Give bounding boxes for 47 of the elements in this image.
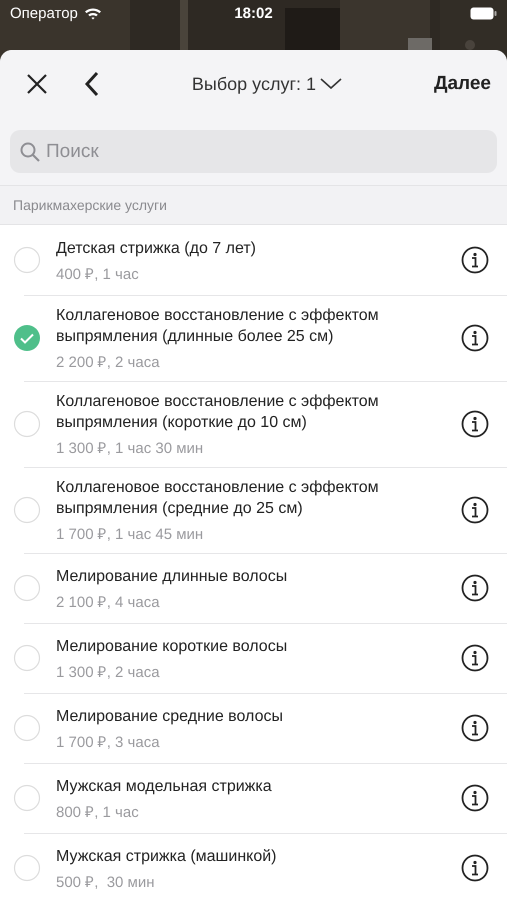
service-details: 500 ₽, 30 мин	[56, 872, 156, 890]
wifi-icon	[84, 6, 102, 20]
info-icon[interactable]	[461, 854, 489, 882]
service-name: Мелирование средние волосы	[56, 706, 284, 726]
section-title: Парикмахерские услуги	[13, 197, 167, 213]
info-icon[interactable]	[461, 644, 489, 672]
chevron-down-icon	[320, 78, 342, 90]
service-name: Коллагеновое восстановление с эффектом выпрямления (средние до 25 см)	[56, 478, 380, 519]
service-details: 1 300 ₽, 1 час 30 мин	[56, 439, 204, 457]
battery-icon	[470, 6, 497, 20]
search-field[interactable]: Поиск	[10, 130, 497, 173]
back-button[interactable]	[84, 71, 100, 97]
info-icon[interactable]	[461, 410, 489, 438]
service-name: Детская стрижка (до 7 лет)	[56, 238, 257, 258]
carrier-name: Оператор	[10, 4, 78, 22]
service-details: 1 300 ₽, 2 часа	[56, 662, 161, 680]
info-icon[interactable]	[461, 324, 489, 352]
info-icon[interactable]	[461, 496, 489, 524]
services-dropdown[interactable]: Выбор услуг: 1	[100, 74, 434, 94]
service-name: Мелирование длинные волосы	[56, 566, 288, 586]
radio-button[interactable]	[13, 714, 41, 742]
next-button[interactable]: Далее	[434, 73, 491, 95]
radio-button[interactable]	[13, 410, 41, 438]
info-icon[interactable]	[461, 246, 489, 274]
service-name: Мужская стрижка (машинкой)	[56, 846, 278, 866]
service-details: 800 ₽, 1 час	[56, 802, 140, 820]
service-name: Мелирование короткие волосы	[56, 636, 288, 656]
service-details: 2 200 ₽, 2 часа	[56, 353, 161, 371]
service-details: 1 700 ₽, 3 часа	[56, 732, 161, 750]
checked-radio[interactable]	[13, 324, 41, 352]
clock-time: 18:02	[234, 4, 273, 22]
service-name: Коллагеновое восстановление с эффектом выпрямления (длинные более 25 см)	[56, 306, 380, 347]
info-icon[interactable]	[461, 714, 489, 742]
radio-button[interactable]	[13, 644, 41, 672]
radio-button[interactable]	[13, 496, 41, 524]
radio-button[interactable]	[13, 246, 41, 274]
info-icon[interactable]	[461, 574, 489, 602]
service-details: 1 700 ₽, 1 час 45 мин	[56, 525, 204, 543]
info-icon[interactable]	[461, 784, 489, 812]
radio-button[interactable]	[13, 784, 41, 812]
radio-button[interactable]	[13, 854, 41, 882]
service-name: Коллагеновое восстановление с эффектом выпрямления (короткие до 10 см)	[56, 392, 380, 433]
close-button[interactable]	[26, 73, 48, 95]
service-details: 400 ₽, 1 час	[56, 264, 140, 282]
radio-button[interactable]	[13, 574, 41, 602]
service-details: 2 100 ₽, 4 часа	[56, 592, 161, 610]
service-name: Мужская модельная стрижка	[56, 776, 273, 796]
